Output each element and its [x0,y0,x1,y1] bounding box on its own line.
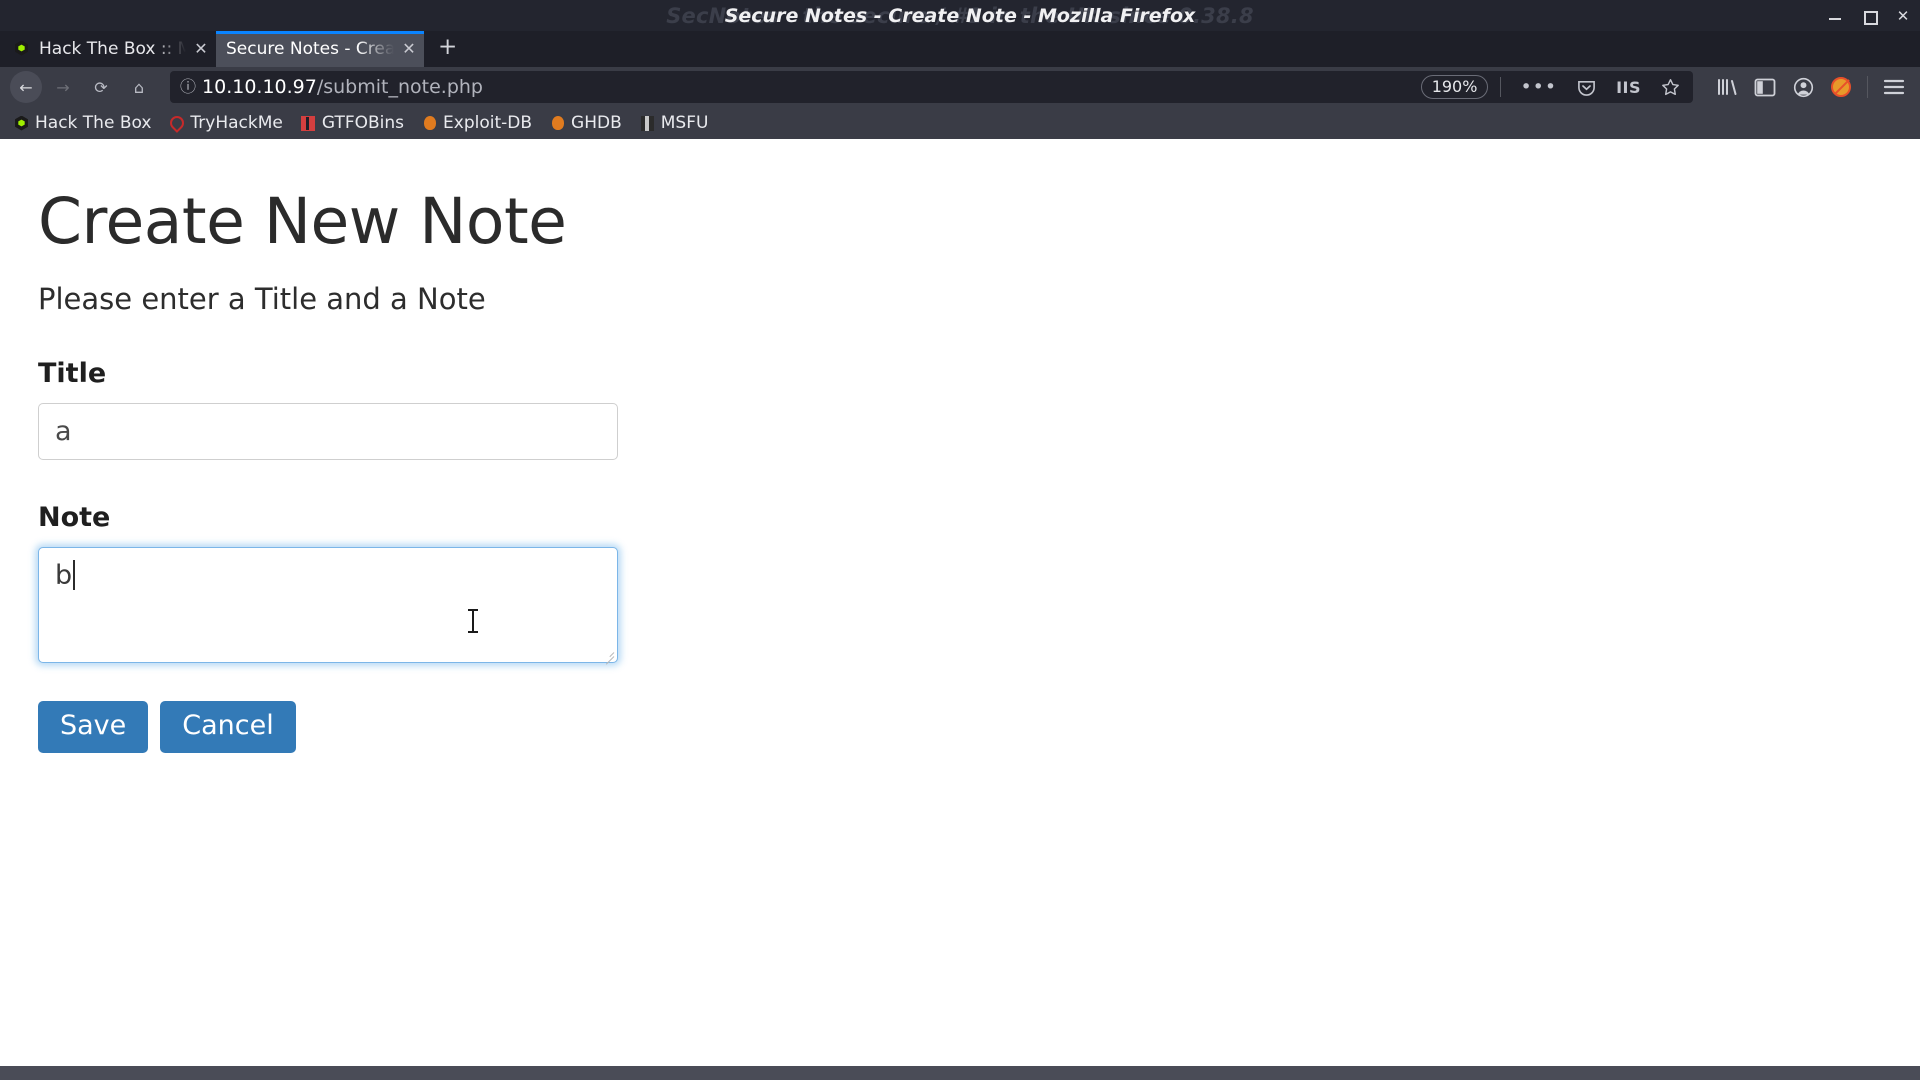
note-textarea-value: b [55,560,73,592]
new-tab-button[interactable]: + [424,35,471,63]
reload-button[interactable]: ⟳ [84,70,118,104]
divider [1867,76,1868,98]
bookmark-label: Hack The Box [35,113,152,133]
home-button[interactable]: ⌂ [122,70,156,104]
tab-close-icon[interactable]: ✕ [402,41,416,57]
form-actions: Save Cancel [38,701,1920,753]
url-text: 10.10.10.97/submit_note.php [202,76,1415,98]
tab-secure-notes[interactable]: Secure Notes - Crea ✕ [216,31,424,67]
save-button[interactable]: Save [38,701,149,753]
bug-icon [422,116,437,131]
minimize-button[interactable] [1828,9,1842,23]
bookmark-label: TryHackMe [190,113,283,133]
window-title: Secure Notes - Create Note - Mozilla Fir… [724,4,1196,27]
bookmark-msfu[interactable]: MSFU [632,111,717,135]
note-field-wrapper: b [38,547,618,664]
bookmark-label: MSFU [660,113,709,133]
tab-close-icon[interactable]: ✕ [194,41,208,57]
gtfobins-icon [301,115,316,131]
note-field-label: Note [38,502,111,534]
title-field-label: Title [38,358,107,390]
mouse-ibeam-cursor [468,609,478,634]
title-bar: SecNotes - the secure / #1 in the UK sin… [0,0,1920,31]
page-viewport: Create New Note Please enter a Title and… [0,139,1920,1066]
bookmark-label: GHDB [571,113,622,133]
tab-label: Hack The Box :: M [39,39,186,59]
library-icon[interactable] [1711,71,1743,103]
close-button[interactable]: ✕ [1896,8,1910,23]
bookmark-label: Exploit-DB [443,113,533,133]
page-title: Create New Note [38,185,567,258]
divider [1500,77,1502,97]
pocket-icon[interactable] [1570,78,1603,97]
blocker-badge-icon[interactable] [1825,71,1857,103]
bookmark-exploit-db[interactable]: Exploit-DB [414,111,540,135]
tab-label: Secure Notes - Crea [226,39,394,59]
zoom-level-badge[interactable]: 190% [1420,75,1489,99]
firefox-window: SecNotes - the secure / #1 in the UK sin… [0,0,1920,1080]
page-subtitle: Please enter a Title and a Note [38,282,486,317]
window-bottom-edge [0,1066,1920,1080]
url-path: /submit_note.php [316,76,483,98]
iis-label[interactable]: IIS [1609,78,1648,97]
metasploit-icon [640,115,655,131]
tryhackme-icon [167,113,187,133]
bookmarks-bar: Hack The Box TryHackMe GTFOBins Exploit-… [0,107,1920,139]
tab-strip: Hack The Box :: M ✕ Secure Notes - Crea … [0,31,1920,67]
account-icon[interactable] [1787,71,1819,103]
create-note-form: Create New Note Please enter a Title and… [0,139,1920,753]
text-caret [73,560,76,591]
hamburger-menu-icon[interactable] [1878,71,1910,103]
title-input[interactable]: a [38,403,618,461]
sidebar-icon[interactable] [1749,71,1781,103]
window-controls: ✕ [1828,0,1910,31]
cancel-button[interactable]: Cancel [160,701,296,753]
page-actions-icon[interactable]: ••• [1513,76,1564,98]
note-textarea[interactable]: b [38,547,618,664]
bookmark-gtfobins[interactable]: GTFOBins [293,111,412,135]
toolbar-right-group [1705,71,1910,103]
bookmark-hack-the-box[interactable]: Hack The Box [6,111,159,135]
title-input-value: a [55,416,72,448]
maximize-button[interactable] [1862,9,1878,25]
url-bar[interactable]: ⓘ 10.10.10.97/submit_note.php 190% ••• I… [170,71,1693,103]
navigation-toolbar: ← → ⟳ ⌂ ⓘ 10.10.10.97/submit_note.php 19… [0,67,1920,107]
bookmark-ghdb[interactable]: GHDB [542,111,630,135]
resize-handle[interactable] [602,647,614,659]
bookmark-label: GTFOBins [321,113,405,133]
back-button[interactable]: ← [10,71,42,103]
tab-hack-the-box[interactable]: Hack The Box :: M ✕ [4,31,216,67]
url-host: 10.10.10.97 [202,76,317,98]
hexagon-icon [14,115,29,131]
bug-icon [550,116,565,131]
hexagon-icon [14,40,31,58]
forward-button[interactable]: → [46,70,80,104]
bookmark-tryhackme[interactable]: TryHackMe [161,111,290,135]
bookmark-star-icon[interactable] [1654,78,1687,97]
identity-info-icon[interactable]: ⓘ [180,79,196,95]
